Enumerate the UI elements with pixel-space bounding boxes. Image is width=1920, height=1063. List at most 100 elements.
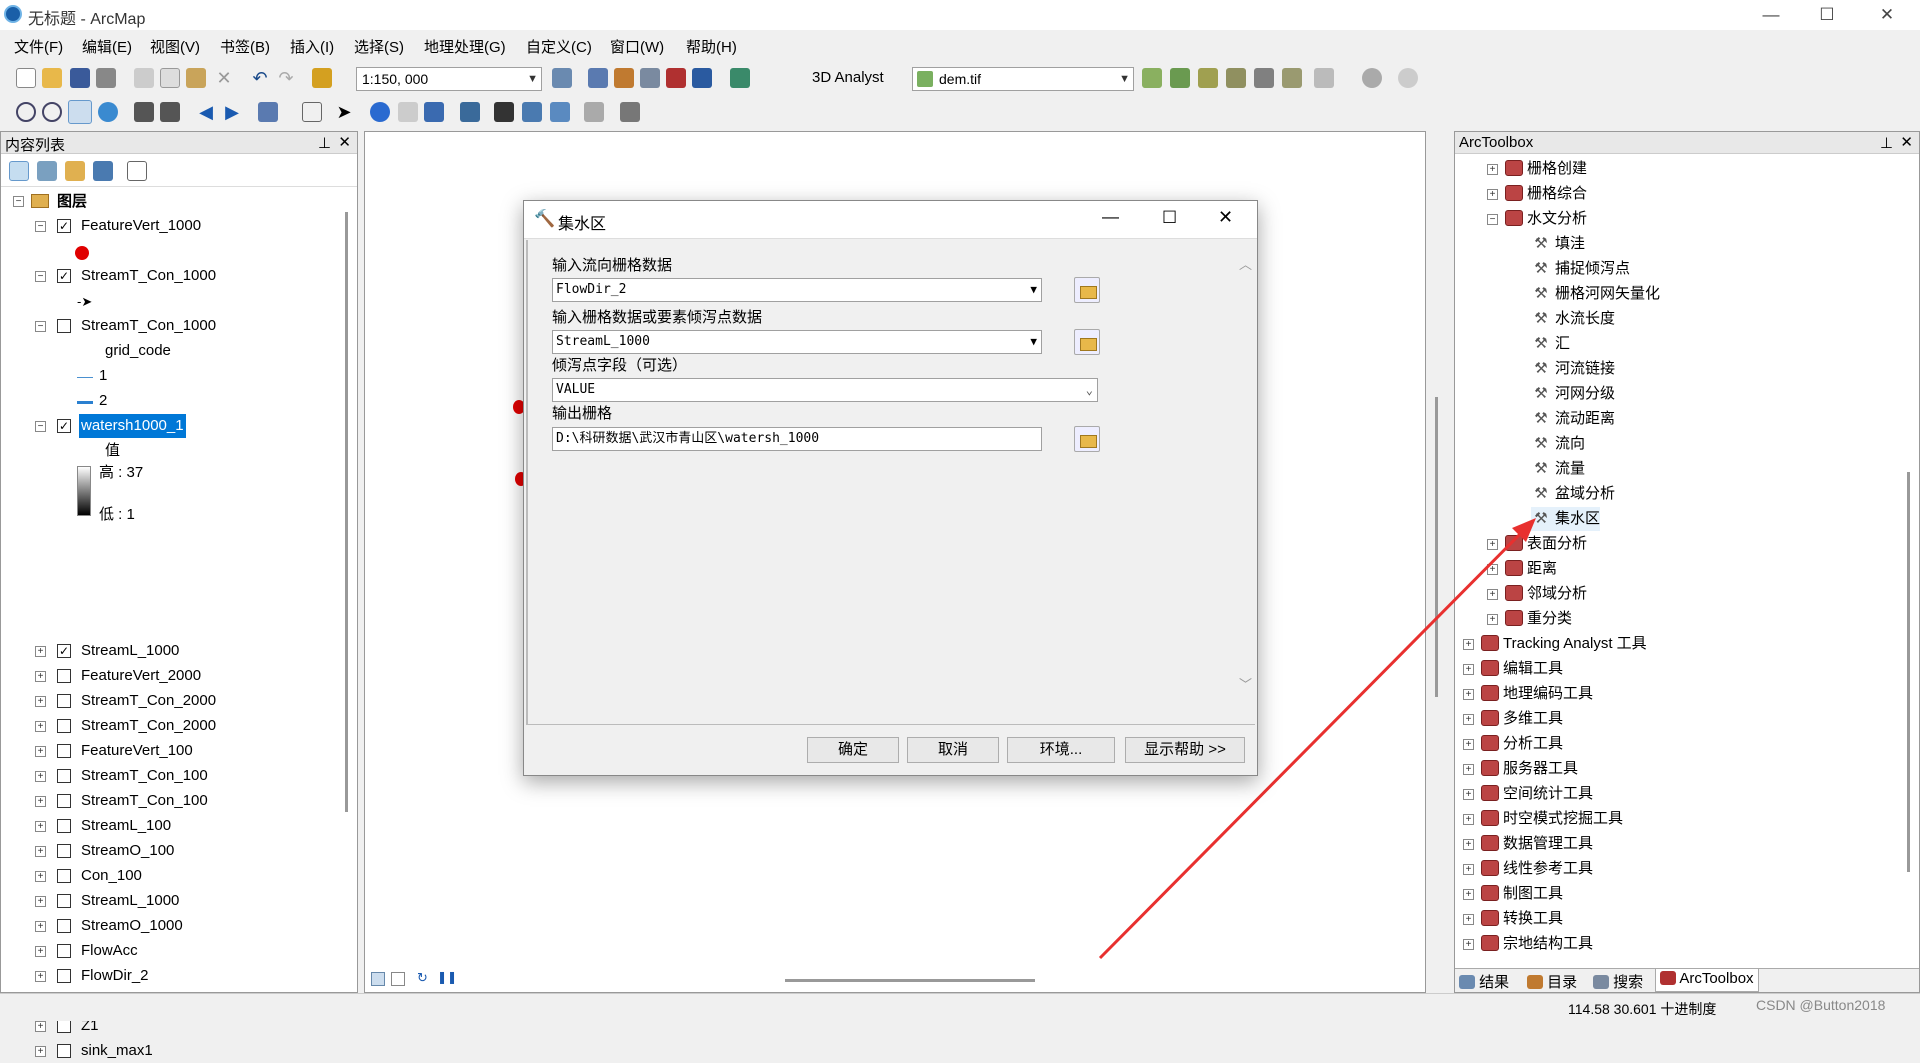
expand-icon[interactable]: + bbox=[35, 696, 46, 707]
select-features-icon[interactable] bbox=[258, 102, 278, 122]
toc-options-icon[interactable] bbox=[127, 161, 147, 181]
menu-help[interactable]: 帮助(H) bbox=[686, 36, 737, 57]
data-view-icon[interactable] bbox=[371, 972, 385, 986]
toc-layer-name[interactable]: StreamL_1000 bbox=[81, 639, 179, 663]
close-button[interactable]: ✕ bbox=[1864, 0, 1910, 30]
menu-geoprocessing[interactable]: 地理处理(G) bbox=[424, 36, 506, 57]
time-slider-icon[interactable] bbox=[584, 102, 604, 122]
undo-icon[interactable]: ↶ bbox=[250, 68, 270, 88]
layer-visibility-checkbox[interactable] bbox=[57, 1044, 71, 1058]
expand-icon[interactable]: + bbox=[1487, 539, 1498, 550]
toolbox-toolset[interactable]: 线性参考工具 bbox=[1481, 857, 1593, 881]
layer-visibility-checkbox[interactable] bbox=[57, 869, 71, 883]
layer-visibility-checkbox[interactable] bbox=[57, 944, 71, 958]
toolbox-toolset[interactable]: 空间统计工具 bbox=[1481, 782, 1593, 806]
toc-layer-name[interactable]: StreamT_Con_100 bbox=[81, 789, 208, 813]
search-window-icon[interactable] bbox=[640, 68, 660, 88]
expand-icon[interactable]: + bbox=[1463, 864, 1474, 875]
dialog-close-button[interactable]: ✕ bbox=[1218, 207, 1233, 228]
toc-layer-name[interactable]: StreamT_Con_2000 bbox=[81, 689, 216, 713]
expand-icon[interactable]: + bbox=[1463, 889, 1474, 900]
toc-layer-name[interactable]: StreamT_Con_2000 bbox=[81, 714, 216, 738]
pour-point-input[interactable]: StreamL_1000 ▼ bbox=[552, 330, 1042, 354]
toolbox-tool[interactable]: ⚒ 河流链接 bbox=[1531, 357, 1615, 381]
profile-graph-icon[interactable] bbox=[1314, 68, 1334, 88]
layout-view-icon[interactable] bbox=[391, 972, 405, 986]
find-icon[interactable] bbox=[494, 102, 514, 122]
pin-icon[interactable]: ⊥ bbox=[318, 134, 331, 152]
measure-icon[interactable] bbox=[460, 102, 480, 122]
expand-icon[interactable]: + bbox=[35, 1021, 46, 1032]
dialog-minimize-button[interactable]: — bbox=[1102, 207, 1119, 227]
interpolate-point-icon[interactable] bbox=[1226, 68, 1246, 88]
toc-layer-name[interactable]: StreamL_100 bbox=[81, 814, 171, 838]
layer-visibility-checkbox[interactable] bbox=[57, 894, 71, 908]
refresh-icon[interactable]: ↻ bbox=[417, 970, 428, 986]
layer-visibility-checkbox[interactable] bbox=[57, 844, 71, 858]
editor-toolbar-icon[interactable] bbox=[552, 68, 572, 88]
menu-windows[interactable]: 窗口(W) bbox=[610, 36, 664, 57]
menu-file[interactable]: 文件(F) bbox=[14, 36, 63, 57]
scale-combo[interactable]: 1:150, 000 ▼ bbox=[356, 67, 542, 91]
collapse-icon[interactable]: − bbox=[35, 321, 46, 332]
toolbox-toolset[interactable]: 分析工具 bbox=[1481, 732, 1563, 756]
toolbox-toolset[interactable]: 地理编码工具 bbox=[1481, 682, 1593, 706]
pause-drawing-icon[interactable]: ❚❚ bbox=[437, 970, 457, 984]
contour-icon[interactable] bbox=[1142, 68, 1162, 88]
expand-icon[interactable]: + bbox=[35, 971, 46, 982]
python-window-icon[interactable] bbox=[692, 68, 712, 88]
layer-visibility-checkbox[interactable] bbox=[57, 794, 71, 808]
expand-icon[interactable]: + bbox=[1463, 639, 1474, 650]
menu-insert[interactable]: 插入(I) bbox=[290, 36, 334, 57]
toolbox-toolset[interactable]: 栅格综合 bbox=[1505, 182, 1587, 206]
toc-layer-name[interactable]: sink_max1 bbox=[81, 1039, 153, 1063]
toolbox-toolset[interactable]: 服务器工具 bbox=[1481, 757, 1578, 781]
list-by-selection-icon[interactable] bbox=[93, 161, 113, 181]
layer-visibility-checkbox[interactable] bbox=[57, 819, 71, 833]
expand-icon[interactable]: + bbox=[35, 721, 46, 732]
tab-catalog[interactable]: 目录 bbox=[1527, 971, 1577, 992]
toc-close-icon[interactable]: ✕ bbox=[338, 133, 351, 151]
expand-icon[interactable]: + bbox=[35, 796, 46, 807]
toc-window-icon[interactable] bbox=[588, 68, 608, 88]
redo-icon[interactable]: ↷ bbox=[276, 68, 296, 88]
toolbox-tool[interactable]: ⚒ 集水区 bbox=[1531, 507, 1601, 531]
expand-icon[interactable]: + bbox=[35, 846, 46, 857]
delete-icon[interactable]: ✕ bbox=[214, 68, 234, 88]
expand-icon[interactable]: + bbox=[1487, 164, 1498, 175]
forward-extent-icon[interactable]: ▶ bbox=[222, 102, 242, 122]
layer-visibility-checkbox[interactable] bbox=[57, 319, 71, 333]
clear-selection-icon[interactable] bbox=[302, 102, 322, 122]
tab-search[interactable]: 搜索 bbox=[1593, 971, 1643, 992]
layer-visibility-checkbox[interactable] bbox=[57, 719, 71, 733]
full-extent-icon[interactable] bbox=[98, 102, 118, 122]
layer-visibility-checkbox[interactable] bbox=[57, 669, 71, 683]
expand-icon[interactable]: + bbox=[35, 921, 46, 932]
toc-layer-name[interactable]: StreamT_Con_1000 bbox=[81, 264, 216, 288]
layer-visibility-checkbox[interactable] bbox=[57, 769, 71, 783]
menu-edit[interactable]: 编辑(E) bbox=[82, 36, 132, 57]
expand-icon[interactable]: + bbox=[1463, 664, 1474, 675]
hyperlink-icon[interactable] bbox=[398, 102, 418, 122]
toolbox-toolset[interactable]: 表面分析 bbox=[1505, 532, 1587, 556]
layer-visibility-checkbox[interactable]: ✓ bbox=[57, 269, 71, 283]
tab-results[interactable]: 结果 bbox=[1459, 971, 1509, 992]
toc-layer-name[interactable]: StreamO_1000 bbox=[81, 914, 183, 938]
expand-icon[interactable]: + bbox=[1463, 714, 1474, 725]
expand-icon[interactable]: + bbox=[1463, 789, 1474, 800]
toolbox-toolset[interactable]: 水文分析 bbox=[1505, 207, 1587, 231]
toolbox-tool[interactable]: ⚒ 流动距离 bbox=[1531, 407, 1615, 431]
expand-icon[interactable]: + bbox=[35, 771, 46, 782]
copy-icon[interactable] bbox=[160, 68, 180, 88]
back-extent-icon[interactable]: ◀ bbox=[196, 102, 216, 122]
scroll-down-icon[interactable]: ﹀ bbox=[1239, 674, 1252, 693]
toc-layer-name[interactable]: FlowAcc bbox=[81, 939, 138, 963]
expand-icon[interactable]: + bbox=[35, 671, 46, 682]
toolbox-toolset[interactable]: Tracking Analyst 工具 bbox=[1481, 632, 1647, 656]
toc-scrollbar[interactable] bbox=[345, 212, 348, 812]
dialog-maximize-button[interactable]: ☐ bbox=[1162, 208, 1177, 228]
toolbox-toolset[interactable]: 转换工具 bbox=[1481, 907, 1563, 931]
expand-icon[interactable]: + bbox=[35, 871, 46, 882]
menu-customize[interactable]: 自定义(C) bbox=[526, 36, 592, 57]
line-of-sight-icon[interactable] bbox=[1198, 68, 1218, 88]
